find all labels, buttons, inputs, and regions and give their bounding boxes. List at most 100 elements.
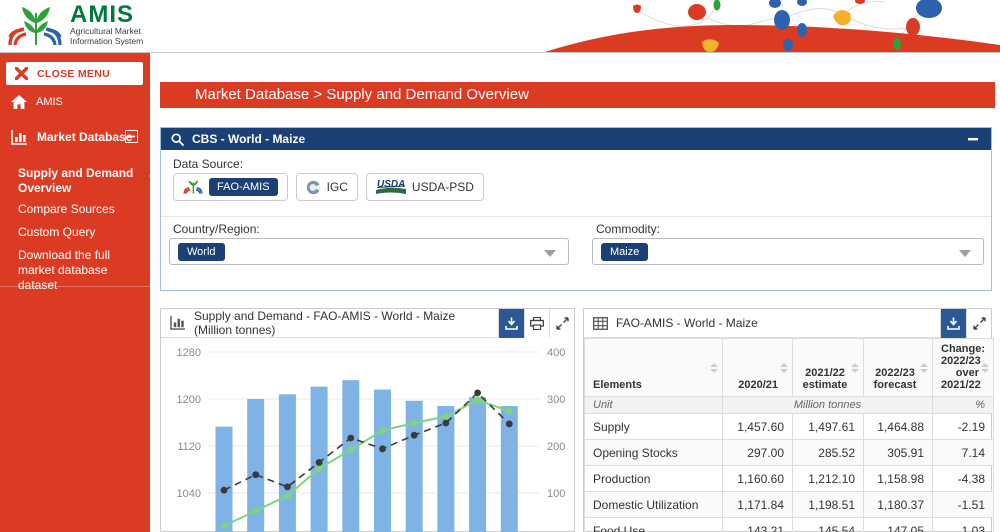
chart-download-button[interactable] bbox=[498, 309, 524, 338]
table-row: Supply 1,457.60 1,497.61 1,464.88 -2.19 bbox=[585, 414, 994, 440]
brand-name: AMIS bbox=[70, 3, 143, 27]
expand-icon bbox=[973, 317, 986, 330]
active-caret-icon bbox=[149, 171, 155, 181]
country-value-tag: World bbox=[178, 243, 225, 261]
commodity-select[interactable]: Maize bbox=[592, 238, 984, 265]
supply-demand-chart[interactable]: 1280400120030011202001040100 bbox=[161, 338, 574, 532]
change-cell: -2.19 bbox=[933, 414, 994, 440]
change-cell: 7.14 bbox=[933, 440, 994, 466]
value-cell: 1,457.60 bbox=[723, 414, 793, 440]
top-banner: AMIS Agricultural Market Information Sys… bbox=[0, 0, 1000, 53]
value-cell: 285.52 bbox=[793, 440, 864, 466]
value-cell: 305.91 bbox=[864, 440, 933, 466]
table-row: Domestic Utilization 1,171.84 1,198.51 1… bbox=[585, 492, 994, 518]
table-download-button[interactable] bbox=[940, 309, 966, 338]
sidebar: CLOSE MENU AMIS Market Database bbox=[0, 53, 150, 532]
change-cell: -1.51 bbox=[933, 492, 994, 518]
close-menu-button[interactable]: CLOSE MENU bbox=[6, 62, 143, 85]
home-icon bbox=[11, 95, 27, 109]
close-icon bbox=[15, 67, 28, 80]
column-header-elements[interactable]: Elements bbox=[585, 339, 723, 397]
table-row: Food Use 143.21 145.54 147.05 1.03 bbox=[585, 518, 994, 532]
element-cell: Domestic Utilization bbox=[585, 492, 723, 518]
brand-tagline-2: Information System bbox=[70, 37, 143, 47]
value-cell: 1,464.88 bbox=[864, 414, 933, 440]
column-header-2022-23[interactable]: 2022/23forecast bbox=[864, 339, 933, 397]
table-expand-button[interactable] bbox=[966, 309, 991, 338]
source-label: IGC bbox=[327, 180, 348, 194]
chart-print-button[interactable] bbox=[524, 309, 549, 338]
value-cell: 1,180.37 bbox=[864, 492, 933, 518]
sidebar-item-label: Market Database bbox=[37, 130, 132, 144]
cbs-panel-header: CBS - World - Maize bbox=[161, 128, 991, 150]
sidebar-item-custom-query[interactable]: Custom Query bbox=[18, 225, 142, 240]
sort-icon bbox=[981, 363, 989, 373]
change-unit: % bbox=[933, 397, 994, 414]
country-region-label: Country/Region: bbox=[173, 222, 260, 236]
subnav-label: Custom Query bbox=[18, 225, 95, 239]
column-header-change[interactable]: Change: 2022/23 over 2021/22 bbox=[933, 339, 994, 397]
element-cell: Food Use bbox=[585, 518, 723, 532]
element-cell: Supply bbox=[585, 414, 723, 440]
chevron-down-icon bbox=[544, 250, 556, 257]
country-region-select[interactable]: World bbox=[169, 238, 569, 265]
source-label: USDA-PSD bbox=[412, 180, 474, 194]
fao-amis-logo-icon bbox=[183, 178, 203, 196]
source-button-fao-amis[interactable]: FAO-AMIS bbox=[173, 173, 288, 201]
element-cell: Production bbox=[585, 466, 723, 492]
panel-collapse-button[interactable] bbox=[965, 131, 981, 147]
value-cell: 1,171.84 bbox=[723, 492, 793, 518]
sidebar-item-amis[interactable]: AMIS bbox=[0, 93, 150, 111]
table-panel-header: FAO-AMIS - World - Maize bbox=[584, 309, 991, 338]
subnav-label: Compare Sources bbox=[18, 202, 115, 216]
cbs-filter-panel: CBS - World - Maize Data Source: FAO-AMI… bbox=[160, 127, 992, 291]
svg-text:1200: 1200 bbox=[177, 394, 201, 406]
sort-icon bbox=[710, 363, 718, 373]
collapse-minus-icon[interactable] bbox=[125, 130, 138, 146]
breadcrumb: Market Database > Supply and Demand Over… bbox=[160, 82, 995, 108]
sidebar-item-compare-sources[interactable]: Compare Sources bbox=[18, 202, 142, 217]
table-panel-title: FAO-AMIS - World - Maize bbox=[616, 316, 932, 330]
sidebar-divider bbox=[0, 286, 150, 287]
download-icon bbox=[505, 317, 518, 330]
column-header-2021-22[interactable]: 2021/22estimate bbox=[793, 339, 864, 397]
table-row: Opening Stocks 297.00 285.52 305.91 7.14 bbox=[585, 440, 994, 466]
banner-decoration bbox=[545, 0, 1000, 52]
amis-logo[interactable]: AMIS Agricultural Market Information Sys… bbox=[6, 3, 143, 49]
sidebar-item-supply-and-demand-overview[interactable]: Supply and Demand Overview bbox=[18, 166, 142, 196]
column-header-2020-21[interactable]: 2020/21 bbox=[723, 339, 793, 397]
unit-row: Unit Million tonnes % bbox=[585, 397, 994, 414]
commodity-label: Commodity: bbox=[596, 222, 660, 236]
cbs-panel-title: CBS - World - Maize bbox=[192, 132, 957, 146]
chart-panel-header: Supply and Demand - FAO-AMIS - World - M… bbox=[161, 309, 574, 338]
subnav-label: Supply and Demand Overview bbox=[18, 166, 133, 195]
chart-panel-title: Supply and Demand - FAO-AMIS - World - M… bbox=[194, 309, 490, 337]
igc-logo-icon bbox=[306, 180, 321, 195]
usda-logo-icon: USDA bbox=[376, 178, 406, 196]
print-icon bbox=[530, 317, 544, 330]
value-cell: 1,497.61 bbox=[793, 414, 864, 440]
source-button-igc[interactable]: IGC bbox=[296, 173, 358, 201]
commodity-value-tag: Maize bbox=[601, 243, 648, 261]
table-panel: FAO-AMIS - World - Maize bbox=[583, 308, 992, 532]
svg-text:1040: 1040 bbox=[177, 488, 201, 500]
value-cell: 1,198.51 bbox=[793, 492, 864, 518]
supply-demand-table: Elements 2020/21 2021/22estimate 2022/23… bbox=[584, 338, 994, 532]
chart-title-icon bbox=[170, 316, 186, 330]
svg-text:400: 400 bbox=[547, 347, 565, 359]
sidebar-item-market-database[interactable]: Market Database bbox=[0, 127, 150, 147]
source-button-usda-psd[interactable]: USDA USDA-PSD bbox=[366, 173, 484, 201]
svg-text:100: 100 bbox=[547, 488, 565, 500]
svg-text:300: 300 bbox=[547, 394, 565, 406]
amis-emblem-icon bbox=[6, 3, 64, 49]
value-cell: 297.00 bbox=[723, 440, 793, 466]
svg-text:200: 200 bbox=[547, 441, 565, 453]
chart-expand-button[interactable] bbox=[549, 309, 574, 338]
sort-icon bbox=[780, 363, 788, 373]
table-title-icon bbox=[593, 317, 608, 330]
search-icon bbox=[171, 133, 184, 146]
value-cell: 1,212.10 bbox=[793, 466, 864, 492]
tonnes-unit: Million tonnes bbox=[723, 397, 933, 414]
data-source-buttons: FAO-AMIS IGC USDA USDA-PSD bbox=[173, 173, 484, 201]
bar-chart-icon bbox=[11, 130, 28, 145]
